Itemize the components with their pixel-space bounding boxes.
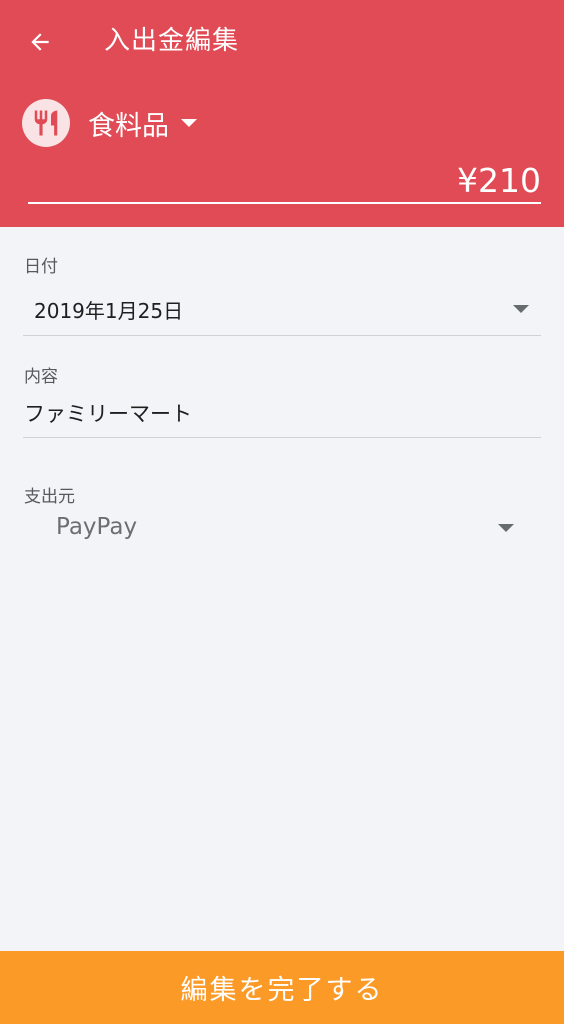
category-selector[interactable]: 食料品 — [22, 98, 197, 148]
date-selector[interactable]: 2019年1月25日 — [23, 287, 541, 331]
chevron-down-icon — [513, 305, 529, 313]
app-header: 入出金編集 食料品 ¥210 — [0, 0, 564, 227]
chevron-down-icon — [181, 119, 197, 127]
content-input[interactable]: ファミリーマート — [24, 398, 192, 428]
date-label: 日付 — [24, 257, 58, 277]
content-label: 内容 — [24, 367, 58, 387]
date-value: 2019年1月25日 — [34, 299, 184, 323]
page-title: 入出金編集 — [104, 26, 240, 56]
content-underline — [23, 437, 541, 438]
arrow-left-icon — [31, 33, 49, 51]
category-label: 食料品 — [88, 110, 169, 142]
chevron-down-icon — [498, 524, 514, 532]
category-icon-circle — [22, 99, 70, 147]
source-label: 支出元 — [24, 487, 75, 507]
back-button[interactable] — [22, 24, 58, 60]
complete-edit-button[interactable]: 編集を完了する — [0, 951, 564, 1024]
source-value: PayPay — [56, 514, 138, 540]
amount-value[interactable]: ¥210 — [457, 160, 541, 202]
fork-knife-icon — [34, 110, 58, 136]
amount-underline — [28, 202, 541, 204]
date-underline — [23, 335, 541, 336]
source-selector[interactable]: PayPay — [23, 508, 523, 552]
